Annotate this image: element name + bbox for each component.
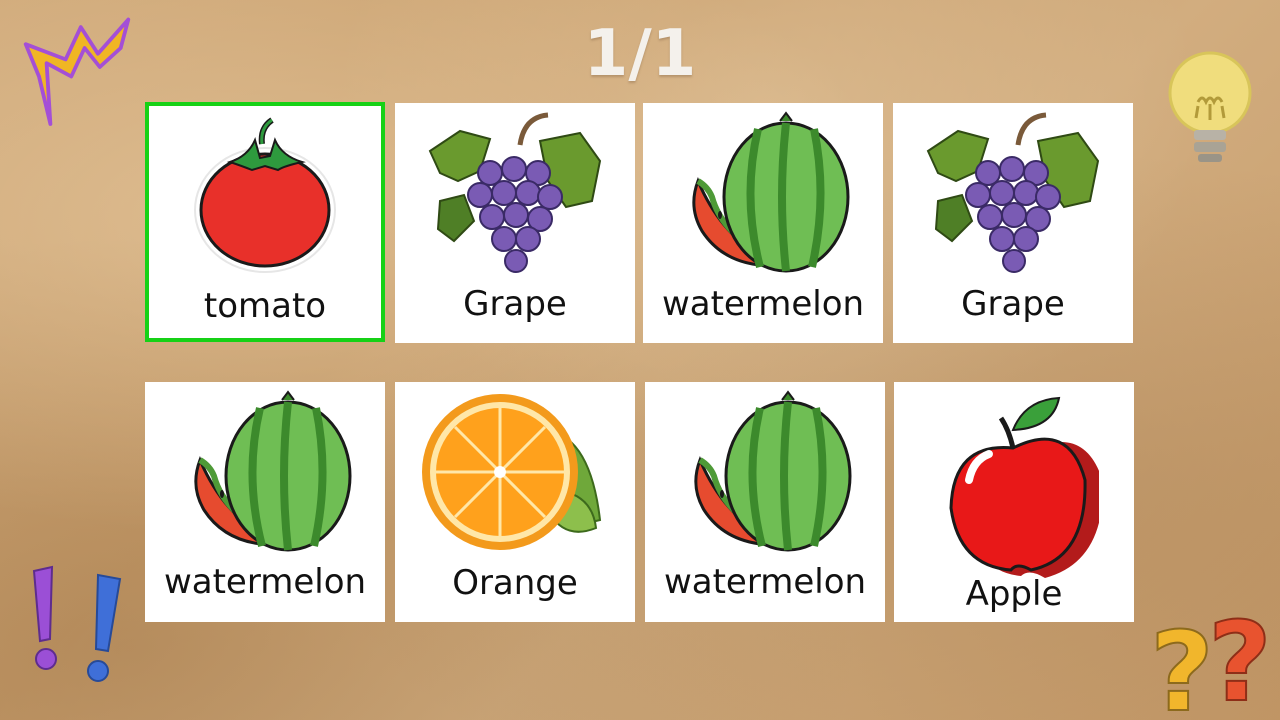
card-image <box>149 106 381 286</box>
lightbulb-icon <box>1168 51 1252 162</box>
card-label: watermelon <box>661 284 865 324</box>
watermelon-icon <box>692 111 850 273</box>
card-watermelon[interactable]: watermelon <box>643 103 883 343</box>
card-label: Grape <box>961 284 1065 324</box>
card-grape[interactable]: Grape <box>395 103 635 343</box>
grape-icon <box>926 112 1100 273</box>
watermelon-icon <box>694 390 852 552</box>
apple-icon <box>949 396 1099 578</box>
card-image <box>395 103 635 283</box>
card-watermelon[interactable]: watermelon <box>645 382 885 622</box>
card-image <box>645 382 885 562</box>
card-label: Apple <box>965 574 1063 614</box>
orange-icon <box>422 394 602 550</box>
card-image <box>145 382 385 562</box>
svg-text:?: ? <box>1150 608 1214 720</box>
question-marks-icon: ? ? <box>1150 600 1273 720</box>
card-label: watermelon <box>163 562 367 602</box>
card-watermelon[interactable]: watermelon <box>145 382 385 622</box>
card-label: tomato <box>203 286 327 326</box>
grape-icon <box>428 112 602 273</box>
watermelon-icon <box>194 390 352 552</box>
card-tomato[interactable]: tomato <box>145 102 385 342</box>
card-label: watermelon <box>663 562 867 602</box>
svg-text:?: ? <box>1208 600 1272 720</box>
card-grape[interactable]: Grape <box>893 103 1133 343</box>
card-label: Orange <box>452 563 578 603</box>
tomato-icon <box>194 117 336 273</box>
card-image <box>894 382 1134 578</box>
card-label: Grape <box>463 284 567 324</box>
card-orange[interactable]: Orange <box>395 382 635 622</box>
card-image <box>643 103 883 283</box>
progress-counter: 1/1 <box>583 17 697 91</box>
exclamation-marks-icon <box>32 565 122 682</box>
card-image <box>395 382 635 562</box>
card-apple[interactable]: Apple <box>894 382 1134 622</box>
card-image <box>893 103 1133 283</box>
zigzag-spark-icon <box>23 17 131 126</box>
